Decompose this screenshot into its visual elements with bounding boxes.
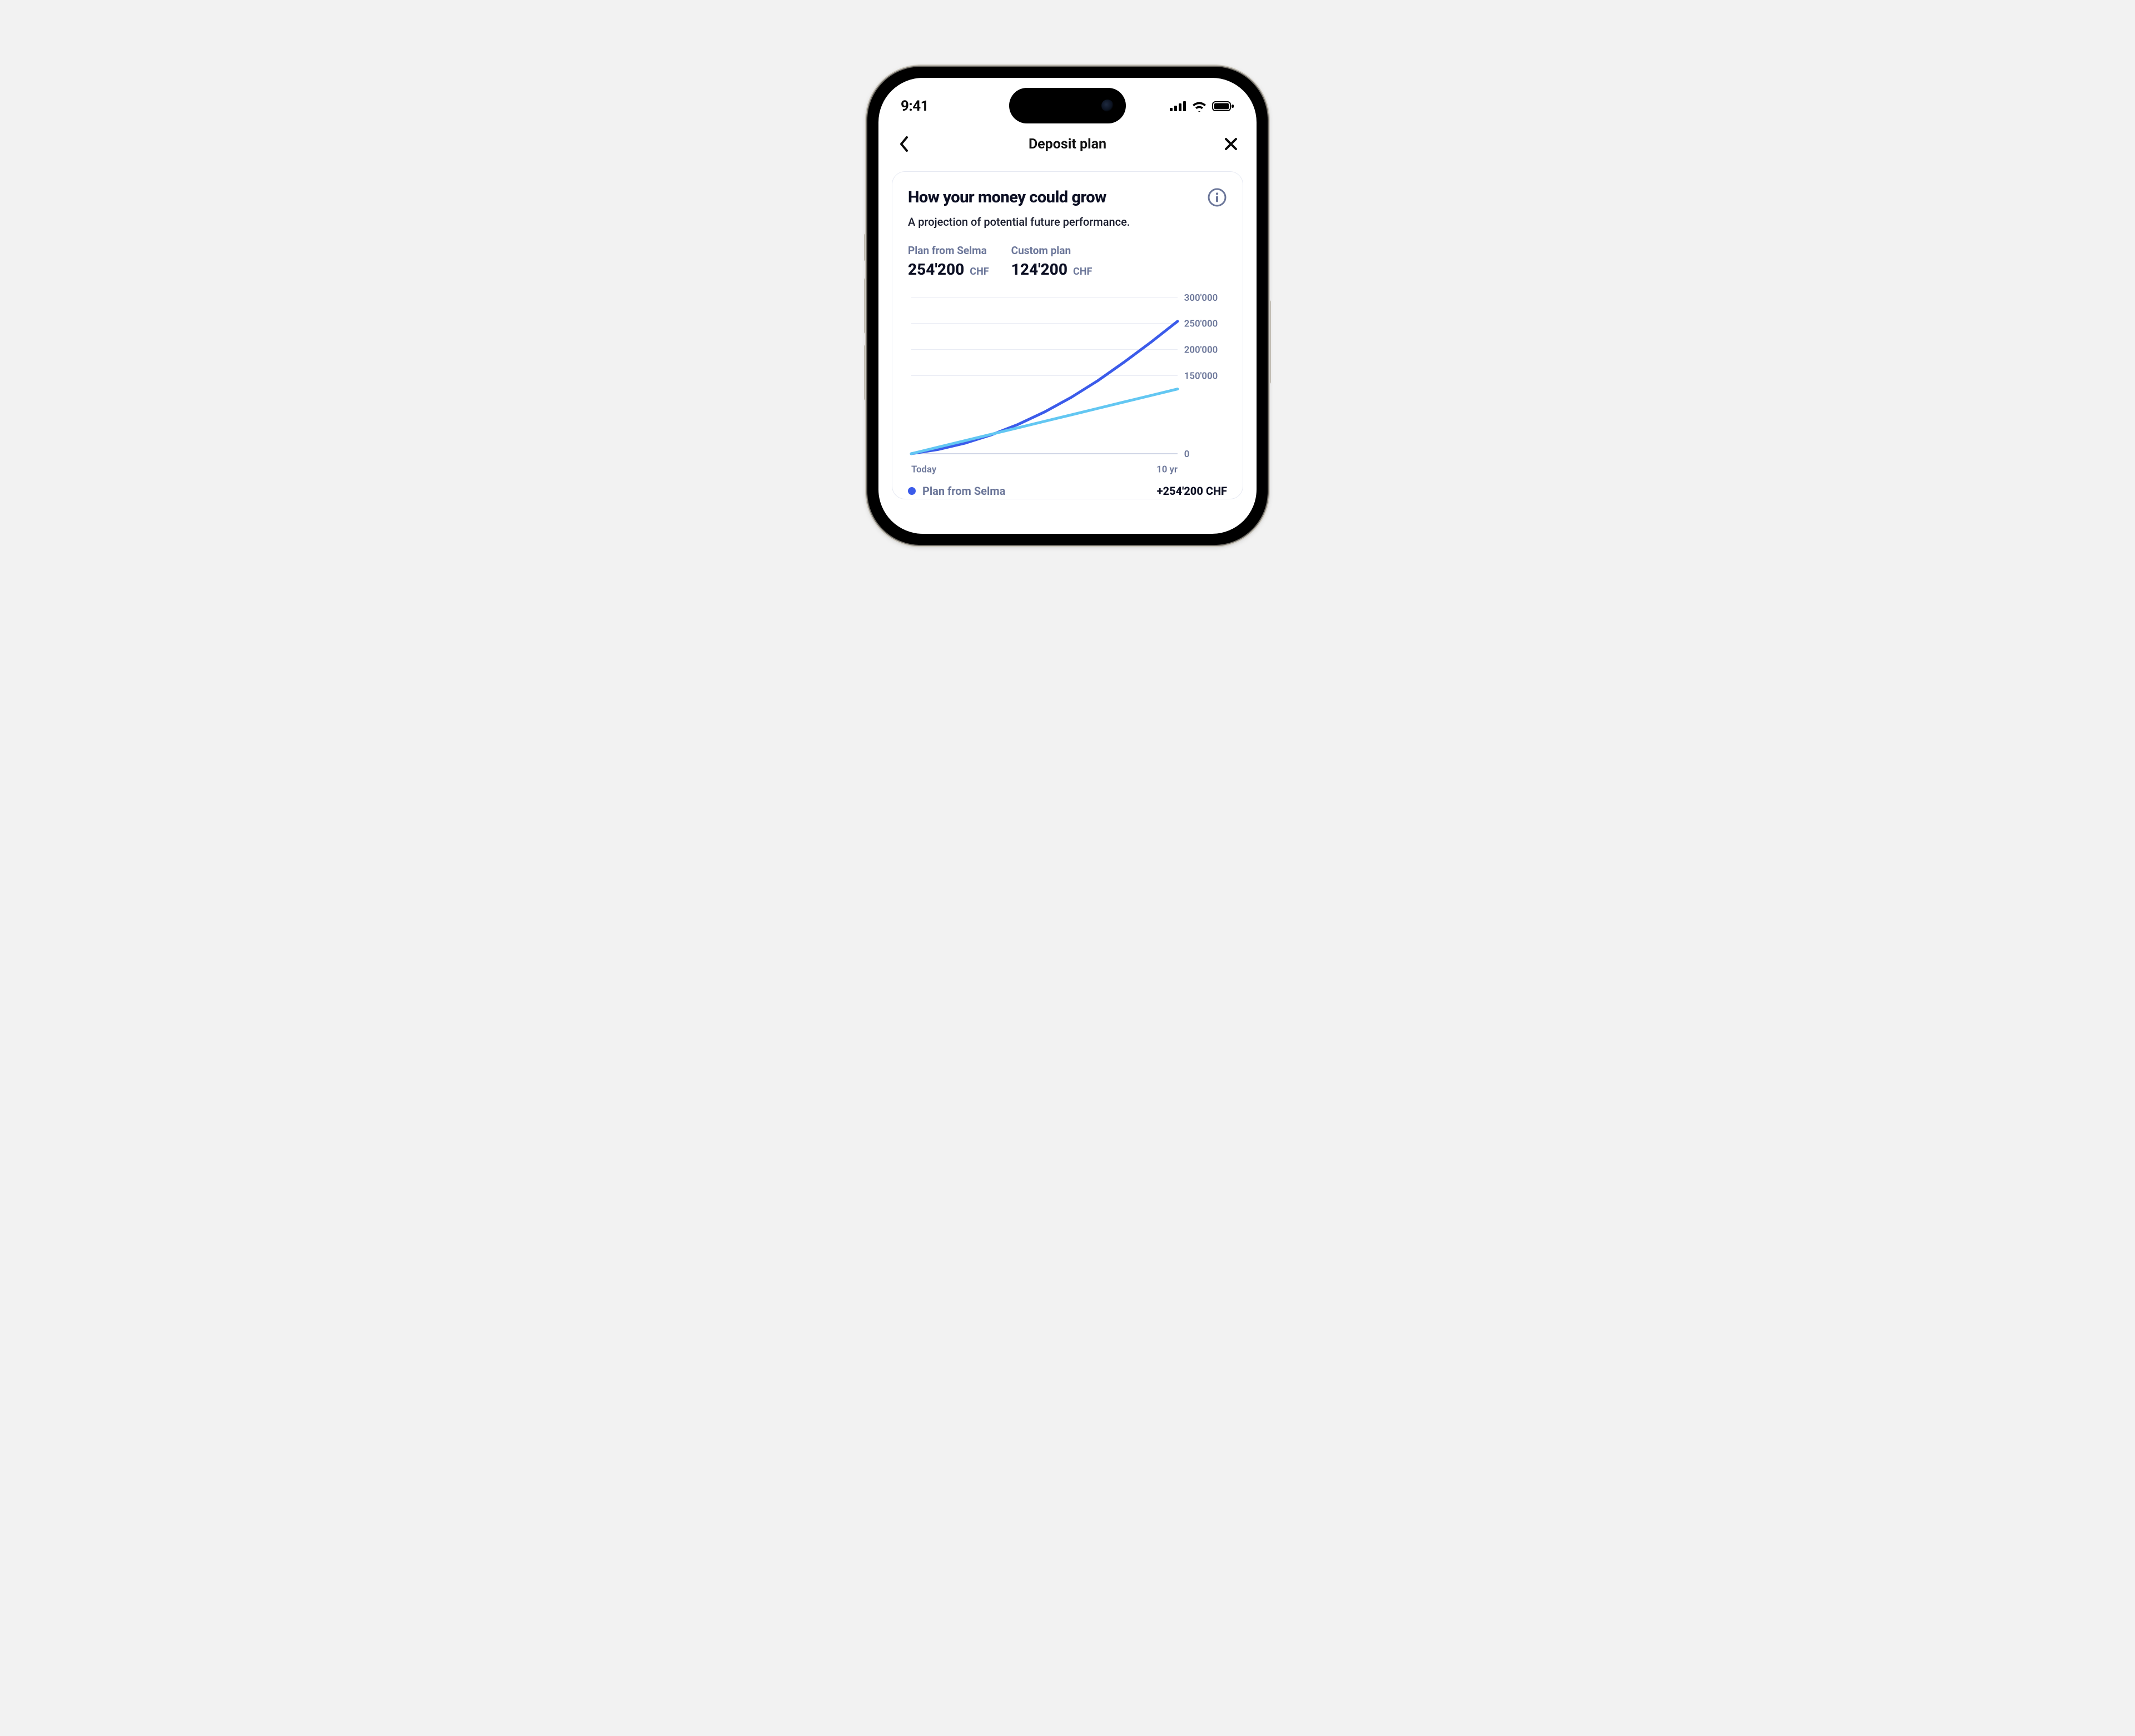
hardware-button-power bbox=[1268, 300, 1271, 384]
metric-currency: CHF bbox=[1073, 266, 1092, 277]
back-button[interactable] bbox=[894, 134, 914, 154]
metric-label: Custom plan bbox=[1011, 244, 1093, 257]
legend-value: +254'200 CHF bbox=[1157, 484, 1227, 498]
svg-text:250'000: 250'000 bbox=[1184, 319, 1218, 330]
page-title: Deposit plan bbox=[1029, 136, 1106, 152]
svg-text:0: 0 bbox=[1184, 449, 1190, 460]
card-title: How your money could grow bbox=[908, 188, 1106, 207]
svg-text:Today: Today bbox=[911, 464, 937, 475]
info-icon bbox=[1208, 188, 1227, 207]
dynamic-island bbox=[1009, 88, 1126, 123]
content-area: How your money could grow A projection o… bbox=[892, 171, 1243, 534]
chevron-left-icon bbox=[899, 136, 909, 152]
svg-text:300'000: 300'000 bbox=[1184, 292, 1218, 304]
phone-screen: 9:41 bbox=[878, 78, 1257, 534]
battery-icon bbox=[1212, 101, 1234, 112]
projection-chart: 0 150'000 200'000 250'000 300'000 Today 10 yr bbox=[908, 292, 1227, 481]
status-indicators bbox=[1170, 101, 1234, 112]
cellular-icon bbox=[1170, 101, 1186, 111]
phone-mockup: 9:41 bbox=[867, 67, 1268, 545]
metric-currency: CHF bbox=[970, 266, 989, 277]
metrics-row: Plan from Selma 254'200 CHF Custom plan … bbox=[908, 244, 1227, 279]
metric-custom-plan: Custom plan 124'200 CHF bbox=[1011, 244, 1093, 279]
status-time: 9:41 bbox=[901, 98, 929, 115]
svg-text:200'000: 200'000 bbox=[1184, 345, 1218, 356]
legend-dot bbox=[908, 487, 916, 495]
phone-shell: 9:41 bbox=[867, 67, 1268, 545]
projection-card: How your money could grow A projection o… bbox=[892, 171, 1243, 499]
metric-value: 254'200 bbox=[908, 260, 964, 279]
nav-bar: Deposit plan bbox=[878, 129, 1257, 159]
metric-value: 124'200 bbox=[1011, 260, 1068, 279]
metric-label: Plan from Selma bbox=[908, 244, 989, 257]
legend-row: Plan from Selma +254'200 CHF bbox=[908, 483, 1227, 499]
metric-plan-selma: Plan from Selma 254'200 CHF bbox=[908, 244, 989, 279]
wifi-icon bbox=[1192, 101, 1206, 112]
card-subtitle: A projection of potential future perform… bbox=[908, 215, 1227, 229]
svg-text:10 yr: 10 yr bbox=[1156, 464, 1178, 475]
chart-svg: 0 150'000 200'000 250'000 300'000 Today 10 yr bbox=[908, 292, 1227, 479]
legend-name: Plan from Selma bbox=[922, 484, 1005, 498]
svg-text:150'000: 150'000 bbox=[1184, 370, 1218, 381]
card-header: How your money could grow bbox=[908, 187, 1227, 207]
info-button[interactable] bbox=[1207, 187, 1227, 207]
close-button[interactable] bbox=[1221, 134, 1241, 154]
close-icon bbox=[1224, 137, 1238, 151]
